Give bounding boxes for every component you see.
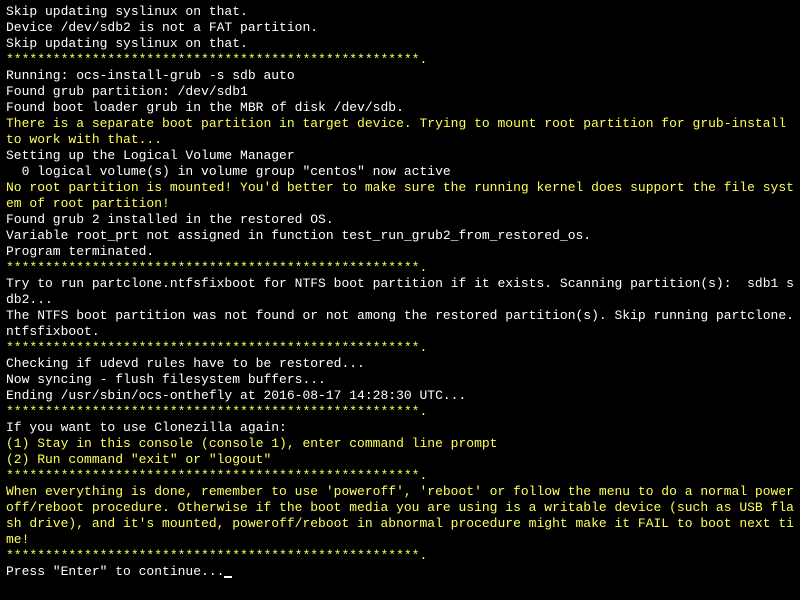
terminal-line: The NTFS boot partition was not found or… [6,308,794,340]
terminal-line: When everything is done, remember to use… [6,484,794,548]
terminal-line: Press "Enter" to continue... [6,564,794,580]
terminal-line: 0 logical volume(s) in volume group "cen… [6,164,794,180]
terminal-line: Found grub partition: /dev/sdb1 [6,84,794,100]
terminal-line: ****************************************… [6,52,794,68]
terminal-line: ****************************************… [6,340,794,356]
terminal-line: ****************************************… [6,404,794,420]
terminal-line: Checking if udevd rules have to be resto… [6,356,794,372]
terminal-line: ****************************************… [6,260,794,276]
terminal-line: Setting up the Logical Volume Manager [6,148,794,164]
terminal-line: If you want to use Clonezilla again: [6,420,794,436]
terminal-line: Running: ocs-install-grub -s sdb auto [6,68,794,84]
terminal-line: No root partition is mounted! You'd bett… [6,180,794,212]
terminal-line: Skip updating syslinux on that. [6,36,794,52]
terminal-line: ****************************************… [6,548,794,564]
terminal-line: Found grub 2 installed in the restored O… [6,212,794,228]
terminal-line: (2) Run command "exit" or "logout" [6,452,794,468]
terminal-line: There is a separate boot partition in ta… [6,116,794,148]
terminal-line: Variable root_prt not assigned in functi… [6,228,794,244]
terminal-line: Skip updating syslinux on that. [6,4,794,20]
terminal-line: Try to run partclone.ntfsfixboot for NTF… [6,276,794,308]
terminal-line: Ending /usr/sbin/ocs-onthefly at 2016-08… [6,388,794,404]
terminal-output[interactable]: Skip updating syslinux on that.Device /d… [6,4,794,580]
terminal-line: Now syncing - flush filesystem buffers..… [6,372,794,388]
terminal-line: Program terminated. [6,244,794,260]
cursor [224,576,232,578]
terminal-line: (1) Stay in this console (console 1), en… [6,436,794,452]
terminal-line: Device /dev/sdb2 is not a FAT partition. [6,20,794,36]
terminal-line: ****************************************… [6,468,794,484]
terminal-line: Found boot loader grub in the MBR of dis… [6,100,794,116]
